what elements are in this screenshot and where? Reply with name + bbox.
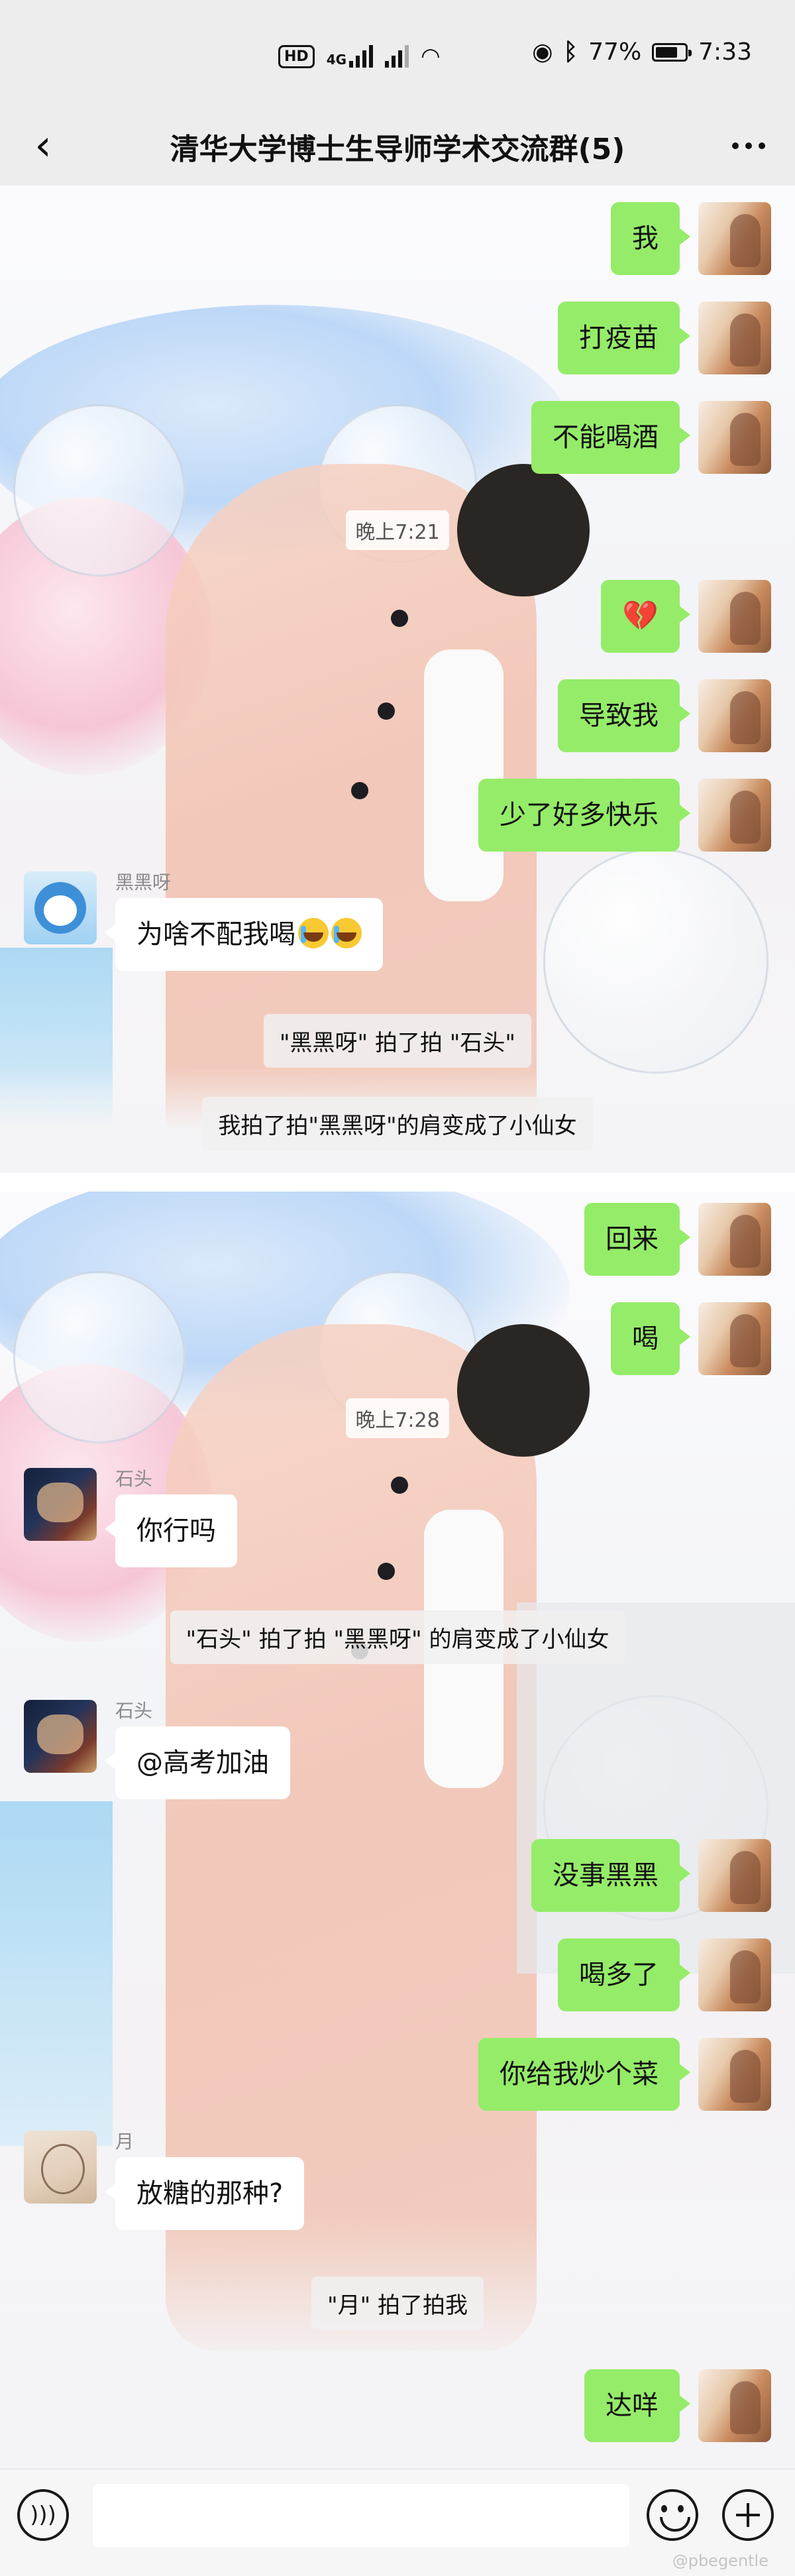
- message-row: 💔: [601, 580, 771, 653]
- avatar[interactable]: [24, 871, 97, 944]
- system-message-text: "黑黑呀" 拍了拍 "石头": [263, 1014, 532, 1068]
- message-row: 喝多了: [558, 1938, 771, 2011]
- net-type-label: 4G: [326, 52, 347, 68]
- message-input[interactable]: [93, 2484, 629, 2548]
- message-row: 回来: [584, 1203, 771, 1276]
- signal-icon-2: [385, 45, 409, 68]
- watermark: @pbegentle: [672, 2551, 768, 2570]
- message-row: 打疫苗: [558, 302, 771, 374]
- more-dots-icon[interactable]: [722, 123, 775, 169]
- system-message: "月" 拍了拍我: [0, 2276, 795, 2330]
- timestamp-label: 晚上7:21: [346, 510, 449, 550]
- message-bubble[interactable]: 达咩: [584, 2369, 690, 2442]
- avatar[interactable]: [24, 1468, 97, 1541]
- sender-name: 月: [115, 2131, 134, 2153]
- timestamp: 晚上7:21: [0, 510, 795, 550]
- signal-icon: 4G: [326, 45, 374, 68]
- broken-heart-icon[interactable]: 💔: [601, 580, 690, 653]
- message-bubble[interactable]: 回来: [584, 1203, 690, 1276]
- avatar[interactable]: [698, 779, 771, 852]
- message-row: 少了好多快乐: [478, 779, 771, 852]
- sender-name: 黑黑呀: [115, 871, 172, 893]
- avatar[interactable]: [698, 679, 771, 752]
- system-message: 我拍了拍"黑黑呀"的肩变成了小仙女: [0, 1097, 795, 1150]
- message-row: 导致我: [558, 679, 771, 752]
- chat-area[interactable]: 我 打疫苗 不能喝酒 晚上7:21 💔 导致我 少了好多快乐 黑黑呀 为啥不配我…: [0, 186, 795, 2469]
- bluetooth-icon: ᛒ: [563, 38, 578, 66]
- avatar[interactable]: [698, 1302, 771, 1375]
- crying-emoji-icon: [298, 918, 329, 948]
- battery-level: [656, 46, 678, 58]
- avatar[interactable]: [698, 1839, 771, 1912]
- message-bubble[interactable]: 少了好多快乐: [478, 779, 690, 852]
- message-bubble[interactable]: 为啥不配我喝: [105, 898, 383, 971]
- crying-emoji-icon: [331, 918, 362, 948]
- avatar[interactable]: [698, 1938, 771, 2011]
- avatar[interactable]: [698, 302, 771, 374]
- avatar[interactable]: [698, 1203, 771, 1276]
- chat-title: 清华大学博士生导师学术交流群(5): [170, 133, 625, 166]
- status-icons-right: ◉ ᛒ 77% 7:33: [532, 38, 752, 66]
- plus-icon[interactable]: [722, 2489, 774, 2541]
- battery-icon: [652, 42, 692, 62]
- system-message-text: 我拍了拍"黑黑呀"的肩变成了小仙女: [202, 1097, 593, 1150]
- system-message-text: "石头" 拍了拍 "黑黑呀" 的肩变成了小仙女: [170, 1610, 625, 1664]
- message-row: 喝: [611, 1302, 771, 1375]
- nav-bar: ‹ 清华大学博士生导师学术交流群(5): [0, 109, 795, 186]
- message-row: 黑黑呀 为啥不配我喝: [24, 871, 383, 971]
- message-bubble[interactable]: 喝多了: [558, 1938, 690, 2011]
- timestamp: 晚上7:28: [0, 1398, 795, 1438]
- message-bubble[interactable]: 你行吗: [105, 1494, 237, 1567]
- message-bubble[interactable]: 不能喝酒: [531, 401, 690, 474]
- message-bubble[interactable]: 导致我: [558, 679, 690, 752]
- message-row: 你给我炒个菜: [478, 2038, 771, 2111]
- emoji-icon[interactable]: [647, 2489, 698, 2541]
- message-row: 石头 @高考加油: [24, 1700, 290, 1799]
- avatar[interactable]: [698, 580, 771, 653]
- voice-icon[interactable]: ))): [17, 2489, 69, 2541]
- message-text: 为啥不配我喝: [136, 919, 295, 950]
- avatar[interactable]: [698, 202, 771, 275]
- battery-percent: 77%: [588, 38, 642, 66]
- message-row: 石头 你行吗: [24, 1468, 237, 1567]
- avatar[interactable]: [24, 1700, 97, 1773]
- system-message: "黑黑呀" 拍了拍 "石头": [0, 1014, 795, 1068]
- divider: [0, 1173, 795, 1192]
- system-message-text: "月" 拍了拍我: [311, 2276, 484, 2330]
- status-bar: HD 4G ◠ ◉ ᛒ 77% 7:33: [0, 0, 795, 109]
- avatar[interactable]: [698, 2369, 771, 2442]
- message-bubble[interactable]: 你给我炒个菜: [478, 2038, 690, 2111]
- avatar[interactable]: [698, 2038, 771, 2111]
- sender-name: 石头: [115, 1468, 153, 1490]
- eye-icon: ◉: [532, 38, 553, 66]
- message-row: 不能喝酒: [531, 401, 771, 474]
- sender-name: 石头: [115, 1700, 153, 1722]
- message-row: 达咩: [584, 2369, 771, 2442]
- message-row: 我: [611, 202, 771, 275]
- message-bubble[interactable]: 喝: [611, 1302, 690, 1375]
- message-bubble[interactable]: @高考加油: [105, 1726, 290, 1799]
- message-bubble[interactable]: 放糖的那种?: [104, 2157, 305, 2230]
- message-row: 没事黑黑: [531, 1839, 771, 1912]
- timestamp-label: 晚上7:28: [346, 1398, 449, 1438]
- system-message: "石头" 拍了拍 "黑黑呀" 的肩变成了小仙女: [0, 1610, 795, 1664]
- wifi-icon: ◠: [421, 43, 441, 70]
- hd-badge: HD: [278, 44, 315, 68]
- status-icons-left: HD 4G ◠: [278, 40, 441, 73]
- message-bubble[interactable]: 我: [611, 202, 690, 275]
- avatar[interactable]: [24, 2131, 97, 2204]
- status-time: 7:33: [698, 38, 752, 66]
- message-row: 月 放糖的那种?: [24, 2131, 305, 2230]
- avatar[interactable]: [698, 401, 771, 474]
- message-bubble[interactable]: 没事黑黑: [531, 1839, 690, 1912]
- message-bubble[interactable]: 打疫苗: [558, 302, 690, 374]
